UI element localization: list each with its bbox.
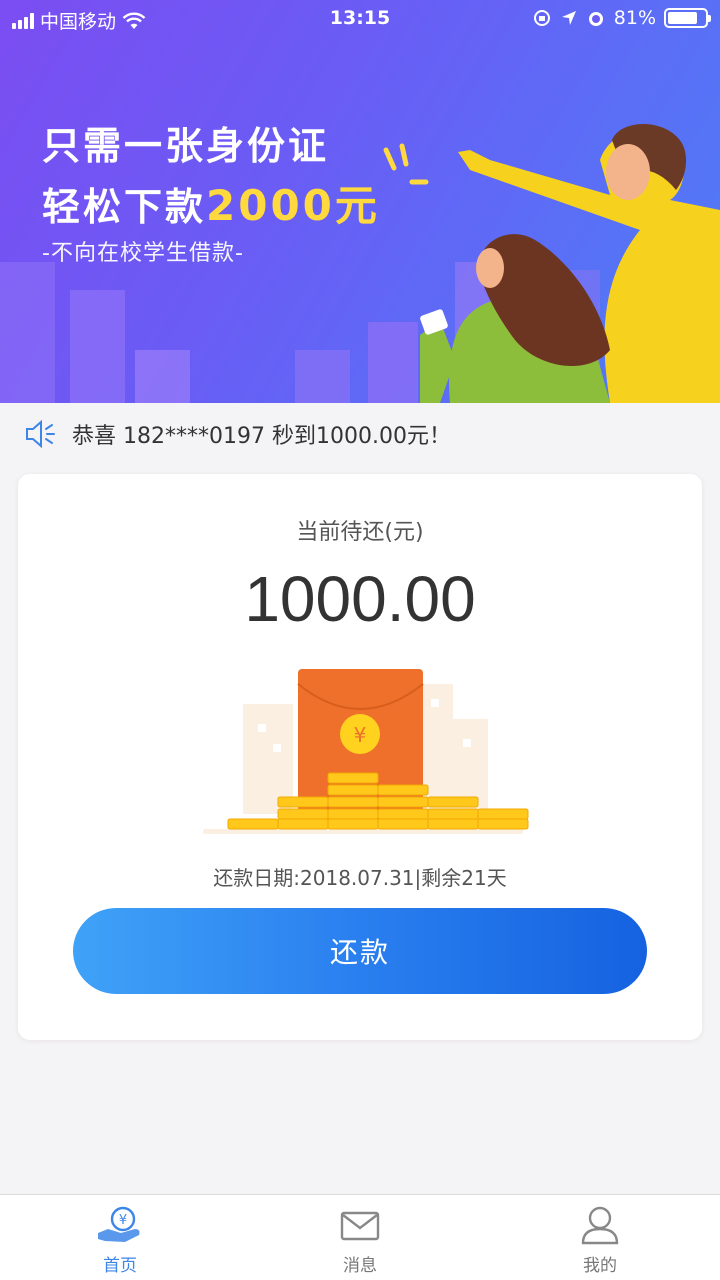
red-envelope-illustration: ¥ xyxy=(203,669,529,834)
battery-icon xyxy=(664,8,711,28)
banner-amount: 2000元 xyxy=(206,181,380,230)
notice-bar: 恭喜 182****0197 秒到1000.00元！ xyxy=(0,403,720,465)
tab-profile[interactable]: 我的 xyxy=(480,1195,720,1280)
mail-icon xyxy=(340,1211,380,1241)
tab-home-label: 首页 xyxy=(103,1256,137,1276)
tab-home[interactable]: ¥ 首页 xyxy=(0,1195,240,1280)
repayment-card: 当前待还(元) 1000.00 ¥ 还款日期:2018.07.31|剩余21天 … xyxy=(18,474,702,1040)
banner-headline-prefix: 轻松下款 xyxy=(42,185,207,229)
speaker-icon xyxy=(26,419,55,449)
location-icon xyxy=(561,11,576,25)
banner-subtitle: -不向在校学生借款- xyxy=(42,241,244,266)
banner-headline-2: 轻松下款2000元 xyxy=(42,172,380,233)
banner-headline-1: 只需一张身份证 xyxy=(42,124,330,168)
due-date-info: 还款日期:2018.07.31|剩余21天 xyxy=(213,866,507,890)
tab-profile-label: 我的 xyxy=(583,1256,617,1276)
sparkle-icon xyxy=(383,143,429,185)
repay-button[interactable]: 还款 xyxy=(73,908,647,994)
promo-banner[interactable]: 中国移动 13:15 81% 只需一张身份证 轻松下款2000元 -不向在校学生… xyxy=(0,0,720,403)
pending-label: 当前待还(元) xyxy=(296,520,424,545)
user-icon xyxy=(581,1206,619,1245)
pending-amount: 1000.00 xyxy=(244,563,476,635)
home-coin-icon: ¥ xyxy=(98,1206,140,1242)
tab-messages[interactable]: 消息 xyxy=(240,1195,480,1280)
tab-messages-label: 消息 xyxy=(343,1256,377,1276)
svg-text:¥: ¥ xyxy=(119,1213,127,1228)
notice-text: 恭喜 182****0197 秒到1000.00元！ xyxy=(72,424,451,449)
alarm-icon xyxy=(588,12,603,26)
orientation-lock-icon xyxy=(533,10,550,26)
tab-bar: ¥ 首页 消息 我的 xyxy=(0,1194,720,1280)
battery-percent: 81% xyxy=(613,7,656,29)
svg-text:¥: ¥ xyxy=(354,723,367,747)
status-bar: 中国移动 13:15 81% xyxy=(0,0,720,40)
